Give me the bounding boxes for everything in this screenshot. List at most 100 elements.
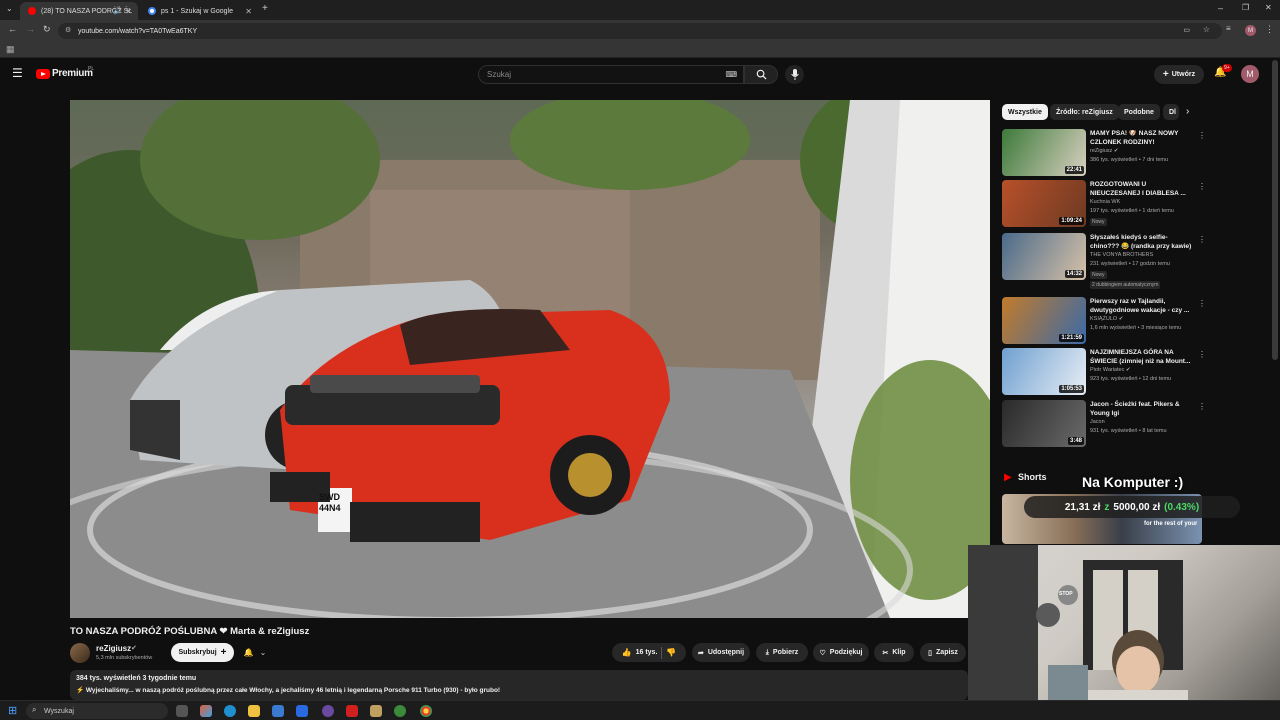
menu-icon[interactable]: ⋮	[1265, 24, 1274, 35]
chip-from-channel[interactable]: Źródło: reZigiusz	[1050, 104, 1119, 120]
close-window-icon[interactable]: ✕	[1265, 3, 1272, 12]
voice-search-button[interactable]	[785, 65, 804, 84]
like-button[interactable]: 👍 16 tys.	[622, 648, 658, 657]
recommendation-channel[interactable]: reZigiusz ✔	[1090, 148, 1118, 154]
recommendation-item[interactable]: 1:09:24 ROZGOTOWANI U NIEUCZESANEJ I DIA…	[1002, 180, 1206, 230]
share-button[interactable]: ➦ Udostępnij	[692, 643, 750, 662]
recommendation-title[interactable]: Jacon - Ścieżki feat. Pikers & Young Igi	[1090, 401, 1196, 418]
search-input[interactable]: Szukaj ⌨	[478, 65, 744, 84]
logo-text[interactable]: Premium	[52, 68, 93, 79]
task-view-icon[interactable]	[176, 705, 188, 717]
recommendation-title[interactable]: NAJZIMNIEJSZA GÓRA NA ŚWIECIE (zimniej n…	[1090, 349, 1196, 366]
video-thumbnail[interactable]: 1:09:24	[1002, 180, 1086, 227]
store-icon[interactable]	[296, 705, 308, 717]
more-actions-icon[interactable]: ⋮	[1198, 235, 1206, 244]
close-tab-icon[interactable]: ✕	[245, 7, 252, 16]
recommendation-channel[interactable]: Jacon	[1090, 419, 1105, 425]
more-actions-icon[interactable]: ⋮	[1198, 131, 1206, 140]
site-info-icon[interactable]: ⚙	[65, 26, 71, 34]
video-player[interactable]: SWD 44N4	[70, 100, 990, 618]
file-explorer-icon[interactable]	[248, 705, 260, 717]
recommendation-title[interactable]: Pierwszy raz w Tajlandii, dwutygodniowe …	[1090, 298, 1196, 315]
subscribe-button[interactable]: Subskrybuj +	[171, 643, 234, 662]
profile-avatar[interactable]: M	[1245, 25, 1256, 36]
recommendation-item[interactable]: 1:21:59 Pierwszy raz w Tajlandii, dwutyg…	[1002, 297, 1206, 347]
windows-start-icon[interactable]: ⊞	[8, 704, 17, 717]
tab-youtube[interactable]: (28) TO NASZA PODRÓŻ ŚL 🔊 ✕	[20, 2, 138, 20]
speaker-icon[interactable]: 🔊	[113, 7, 122, 15]
apps-icon[interactable]: ▦	[6, 44, 15, 55]
youtube-logo-icon[interactable]	[36, 69, 50, 79]
reload-icon[interactable]: ↻	[43, 24, 51, 35]
duration-badge: 14:32	[1064, 270, 1084, 278]
app-icon[interactable]	[346, 705, 358, 717]
download-icon: ⤓	[765, 648, 769, 656]
like-count: 16 tys.	[635, 649, 658, 656]
recommendation-item[interactable]: 1:05:53 NAJZIMNIEJSZA GÓRA NA ŚWIECIE (z…	[1002, 348, 1206, 398]
tab-google[interactable]: ps 1 - Szukaj w Google ✕	[140, 2, 258, 20]
bookmark-star-icon[interactable]: ☆	[1203, 25, 1210, 34]
recommendation-title[interactable]: ROZGOTOWANI U NIEUCZESANEJ I DIABLESA ..…	[1090, 181, 1196, 198]
copilot-icon[interactable]	[200, 705, 212, 717]
description-box[interactable]: 384 tys. wyświetleń 3 tygodnie temu ⚡ Wy…	[70, 670, 968, 700]
create-button[interactable]: + Utwórz	[1154, 65, 1204, 84]
cast-icon[interactable]: ▭	[1183, 26, 1190, 34]
download-button[interactable]: ⤓ Pobierz	[756, 643, 808, 662]
more-actions-icon[interactable]: ⋮	[1198, 402, 1206, 411]
recommendation-item[interactable]: 3:48 Jacon - Ścieżki feat. Pikers & Youn…	[1002, 400, 1206, 450]
mail-icon[interactable]	[272, 705, 284, 717]
minimize-icon[interactable]: –	[1218, 3, 1223, 13]
new-tab-icon[interactable]: +	[262, 3, 268, 14]
recommendation-item[interactable]: 22:41 MAMY PSA! 🐶 NASZ NOWY CZLONEK RODZ…	[1002, 129, 1206, 179]
video-thumbnail[interactable]: 22:41	[1002, 129, 1086, 176]
notification-settings-button[interactable]: 🔔 ⌄	[238, 643, 272, 662]
app-icon[interactable]	[322, 705, 334, 717]
edge-icon[interactable]	[224, 705, 236, 717]
chip-related[interactable]: Podobne	[1118, 104, 1160, 120]
chrome-icon[interactable]	[420, 705, 432, 717]
user-avatar[interactable]: M	[1241, 65, 1259, 83]
recommendation-channel[interactable]: THE VONYA BROTHERS	[1090, 252, 1153, 258]
forward-icon[interactable]: →	[26, 24, 35, 34]
description-text: ⚡ Wyjechaliśmy... w naszą podróż poślubn…	[76, 687, 501, 694]
channel-avatar[interactable]	[70, 643, 90, 663]
recommendation-channel[interactable]: Piotr Wariatec ✔	[1090, 367, 1130, 373]
recommendation-channel[interactable]: KSIĄŻULO ✔	[1090, 316, 1123, 322]
more-actions-icon[interactable]: ⋮	[1198, 299, 1206, 308]
video-thumbnail[interactable]: 14:32	[1002, 233, 1086, 280]
close-tab-icon[interactable]: ✕	[125, 7, 132, 16]
recommendation-title[interactable]: Słyszałeś kiedyś o selfie-chino??? 😂 (ra…	[1090, 234, 1196, 251]
page-scrollbar[interactable]	[1272, 60, 1278, 360]
app-icon[interactable]	[370, 705, 382, 717]
video-thumbnail[interactable]: 1:05:53	[1002, 348, 1086, 395]
back-icon[interactable]: ←	[8, 24, 17, 34]
chevron-right-icon[interactable]: ›	[1186, 106, 1189, 117]
video-thumbnail[interactable]: 1:21:59	[1002, 297, 1086, 344]
video-title: TO NASZA PODRÓŻ POŚLUBNA ❤ Marta & reZig…	[70, 626, 310, 637]
thanks-button[interactable]: ♡ Podziękuj	[813, 643, 869, 662]
taskbar-search[interactable]: ⌕ Wyszukaj	[26, 703, 168, 719]
badge: Nowy	[1090, 218, 1107, 226]
keyboard-icon[interactable]: ⌨	[725, 70, 737, 79]
tab-search-icon[interactable]: ⌄	[6, 4, 13, 13]
app-icon[interactable]	[394, 705, 406, 717]
downloads-icon[interactable]: ≡	[1226, 24, 1231, 33]
channel-name[interactable]: reZigiusz	[96, 644, 131, 653]
recommendation-channel[interactable]: Kuchnia WK	[1090, 199, 1120, 205]
url-field[interactable]: ⚙ youtube.com/watch?v=TA0TwEa6TKY ▭ ☆	[58, 23, 1222, 39]
shorts-caption: for the rest of your	[1144, 521, 1198, 527]
clip-button[interactable]: ✂ Klip	[874, 643, 914, 662]
search-button[interactable]	[744, 65, 778, 84]
chip-all[interactable]: Wszystkie	[1002, 104, 1048, 120]
more-actions-icon[interactable]: ⋮	[1198, 350, 1206, 359]
more-actions-icon[interactable]: ⋮	[1198, 182, 1206, 191]
recommendation-meta: 231 wyświetleń • 17 godzin temu	[1090, 261, 1170, 267]
maximize-icon[interactable]: ❐	[1242, 3, 1249, 12]
save-button[interactable]: ▯ Zapisz	[920, 643, 966, 662]
recommendation-item[interactable]: 14:32 Słyszałeś kiedyś o selfie-chino???…	[1002, 233, 1206, 289]
video-thumbnail[interactable]: 3:48	[1002, 400, 1086, 447]
recommendation-title[interactable]: MAMY PSA! 🐶 NASZ NOWY CZLONEK RODZINY!	[1090, 130, 1196, 147]
dislike-button[interactable]: 👎	[666, 648, 676, 657]
chip-more[interactable]: Dl	[1163, 104, 1179, 120]
hamburger-menu-icon[interactable]: ☰	[12, 66, 23, 80]
